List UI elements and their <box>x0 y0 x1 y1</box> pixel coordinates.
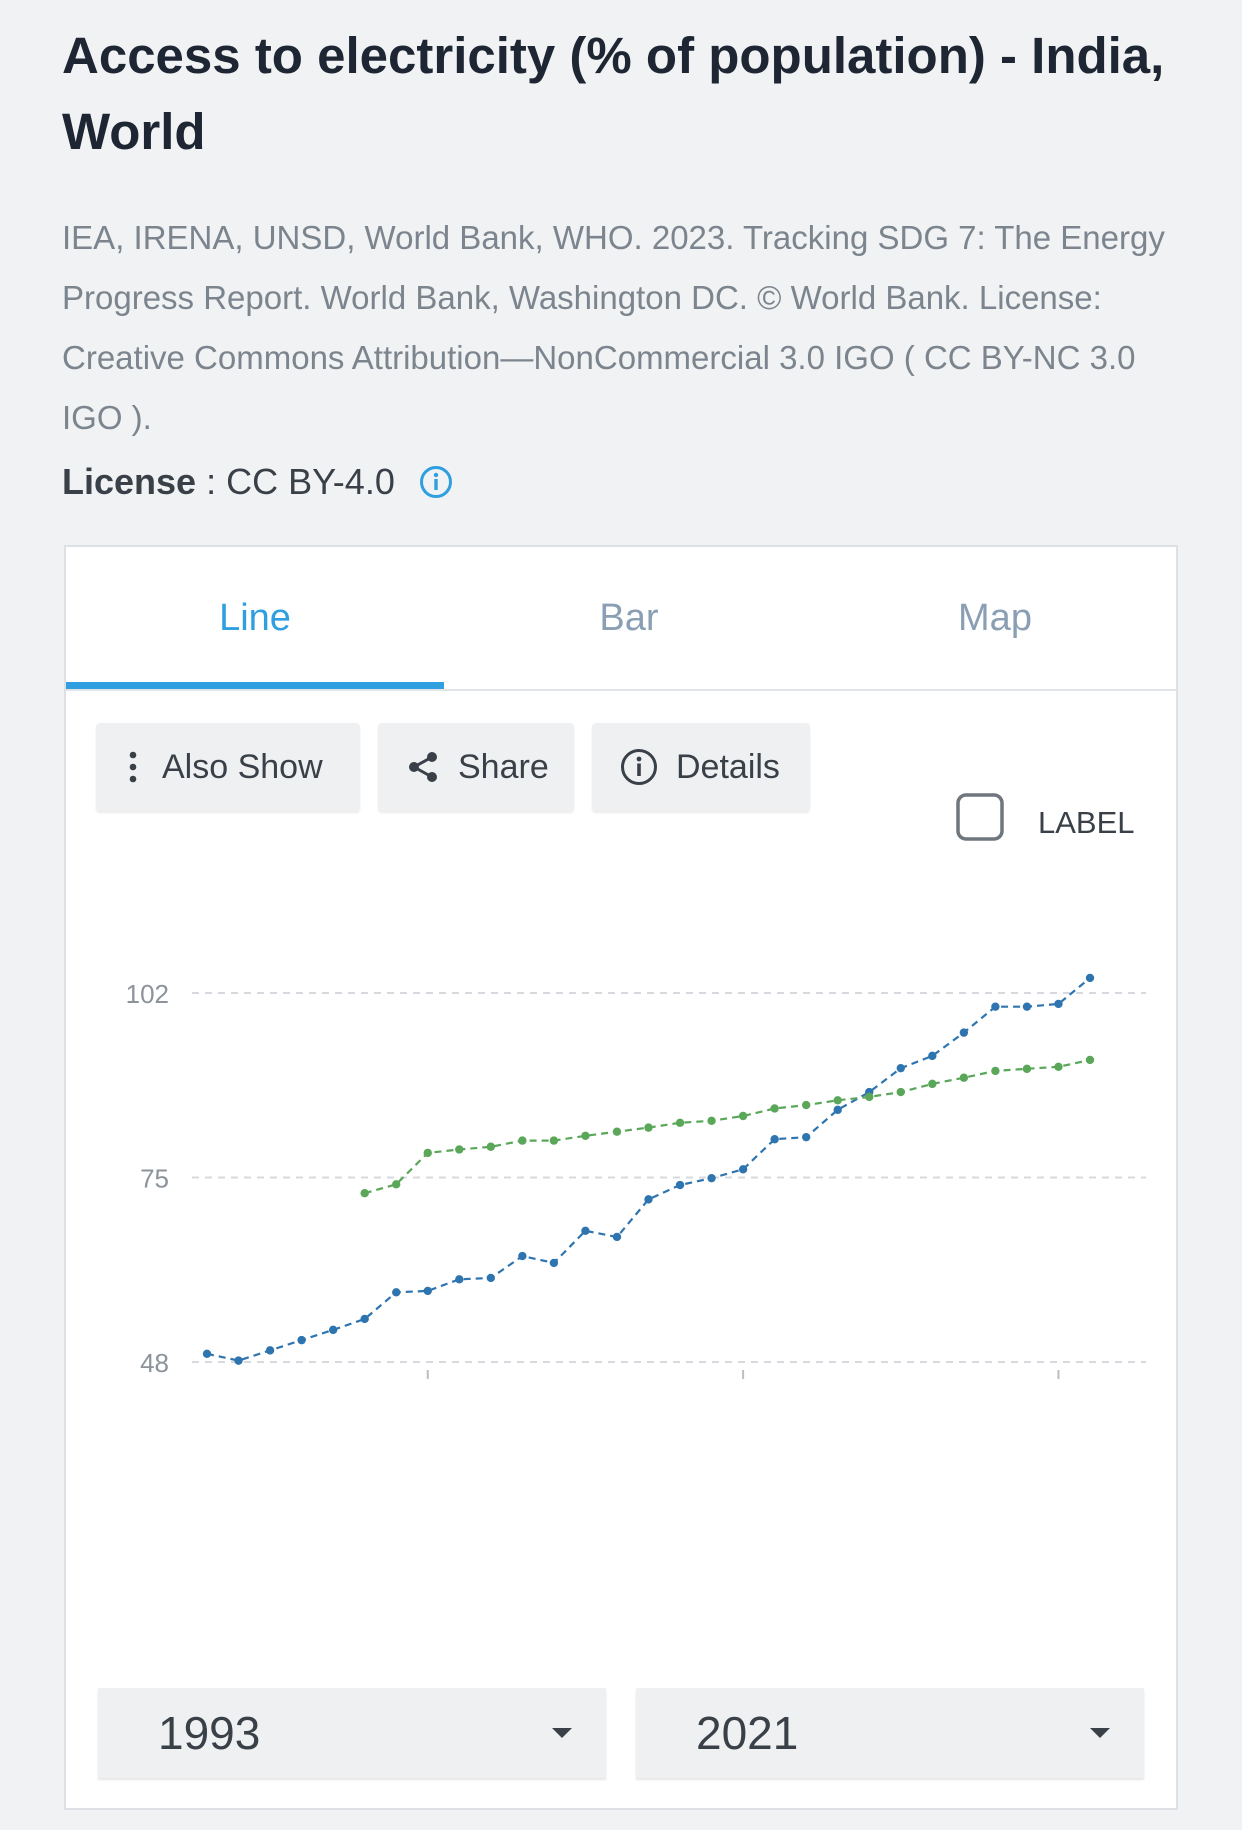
data-point[interactable] <box>833 1096 842 1105</box>
data-point[interactable] <box>202 1349 212 1358</box>
data-point[interactable] <box>392 1180 401 1189</box>
data-point[interactable] <box>801 1132 811 1142</box>
data-point[interactable] <box>486 1273 496 1283</box>
data-point[interactable] <box>486 1142 496 1151</box>
data-point[interactable] <box>1054 1062 1063 1071</box>
data-point[interactable] <box>234 1356 243 1365</box>
series-line-world <box>364 1058 1091 1195</box>
label-toggle[interactable]: LABEL <box>956 793 1135 841</box>
data-point[interactable] <box>1085 973 1095 983</box>
data-point[interactable] <box>896 1063 905 1073</box>
data-point[interactable] <box>518 1136 527 1145</box>
start-year-value: 1993 <box>158 1707 261 1759</box>
data-point[interactable] <box>991 1002 1000 1011</box>
data-point[interactable] <box>738 1111 748 1121</box>
license-separator: : <box>196 461 227 502</box>
label-toggle-text: LABEL <box>1038 805 1135 840</box>
data-point[interactable] <box>644 1123 653 1132</box>
data-point[interactable] <box>581 1131 590 1141</box>
data-point[interactable] <box>770 1104 779 1113</box>
license-line: License : CC BY-4.0 <box>62 455 453 509</box>
chart-card: Line Bar Map Also Show Share Details 48 … <box>64 545 1178 1810</box>
data-point[interactable] <box>928 1079 937 1089</box>
data-point[interactable] <box>675 1118 685 1128</box>
data-point[interactable] <box>549 1136 559 1145</box>
y-tick-label: 102 <box>126 979 169 1009</box>
data-point[interactable] <box>928 1051 937 1061</box>
data-point[interactable] <box>612 1232 622 1242</box>
data-point[interactable] <box>959 1028 969 1037</box>
data-point[interactable] <box>896 1087 905 1097</box>
page-title: Access to electricity (% of population) … <box>62 27 1165 160</box>
y-tick-label: 75 <box>140 1164 169 1194</box>
start-year-select[interactable]: 1993 <box>98 1688 606 1778</box>
license-value: CC BY-4.0 <box>226 461 395 502</box>
data-point[interactable] <box>1022 1064 1032 1074</box>
data-point[interactable] <box>265 1346 275 1355</box>
y-tick-label: 48 <box>140 1348 169 1378</box>
end-year-value: 2021 <box>696 1707 799 1759</box>
data-point[interactable] <box>644 1195 653 1204</box>
data-point[interactable] <box>360 1314 369 1324</box>
series-line-india <box>206 977 1091 1362</box>
data-point[interactable] <box>328 1325 338 1335</box>
data-point[interactable] <box>1085 1055 1095 1065</box>
data-point[interactable] <box>770 1135 779 1144</box>
data-point[interactable] <box>675 1180 685 1190</box>
data-point[interactable] <box>392 1288 401 1297</box>
data-point[interactable] <box>423 1148 432 1158</box>
chevron-down-icon <box>1090 1728 1110 1738</box>
data-point[interactable] <box>707 1173 716 1183</box>
data-point[interactable] <box>297 1335 306 1345</box>
data-point[interactable] <box>549 1258 559 1268</box>
data-point[interactable] <box>455 1275 464 1284</box>
data-point[interactable] <box>1054 999 1063 1009</box>
data-point[interactable] <box>959 1073 969 1082</box>
label-checkbox[interactable] <box>956 793 1004 841</box>
data-point[interactable] <box>423 1286 432 1296</box>
data-point[interactable] <box>707 1116 716 1125</box>
data-point[interactable] <box>833 1105 842 1115</box>
license-label: License <box>62 461 197 502</box>
data-point[interactable] <box>865 1092 874 1102</box>
data-point[interactable] <box>455 1145 464 1154</box>
data-point[interactable] <box>801 1100 811 1110</box>
data-point[interactable] <box>738 1165 748 1174</box>
data-point[interactable] <box>991 1066 1000 1076</box>
source-citation: IEA, IRENA, UNSD, World Bank, WHO. 2023.… <box>62 219 1165 436</box>
info-icon[interactable] <box>419 465 453 499</box>
end-year-select[interactable]: 2021 <box>636 1688 1144 1778</box>
data-point[interactable] <box>1022 1002 1032 1011</box>
data-point[interactable] <box>612 1127 622 1136</box>
line-chart: 48 75 102 LABEL <box>126 793 1146 1379</box>
chevron-down-icon <box>552 1728 572 1738</box>
data-point[interactable] <box>581 1226 590 1235</box>
data-point[interactable] <box>360 1189 369 1198</box>
data-point[interactable] <box>518 1251 527 1261</box>
